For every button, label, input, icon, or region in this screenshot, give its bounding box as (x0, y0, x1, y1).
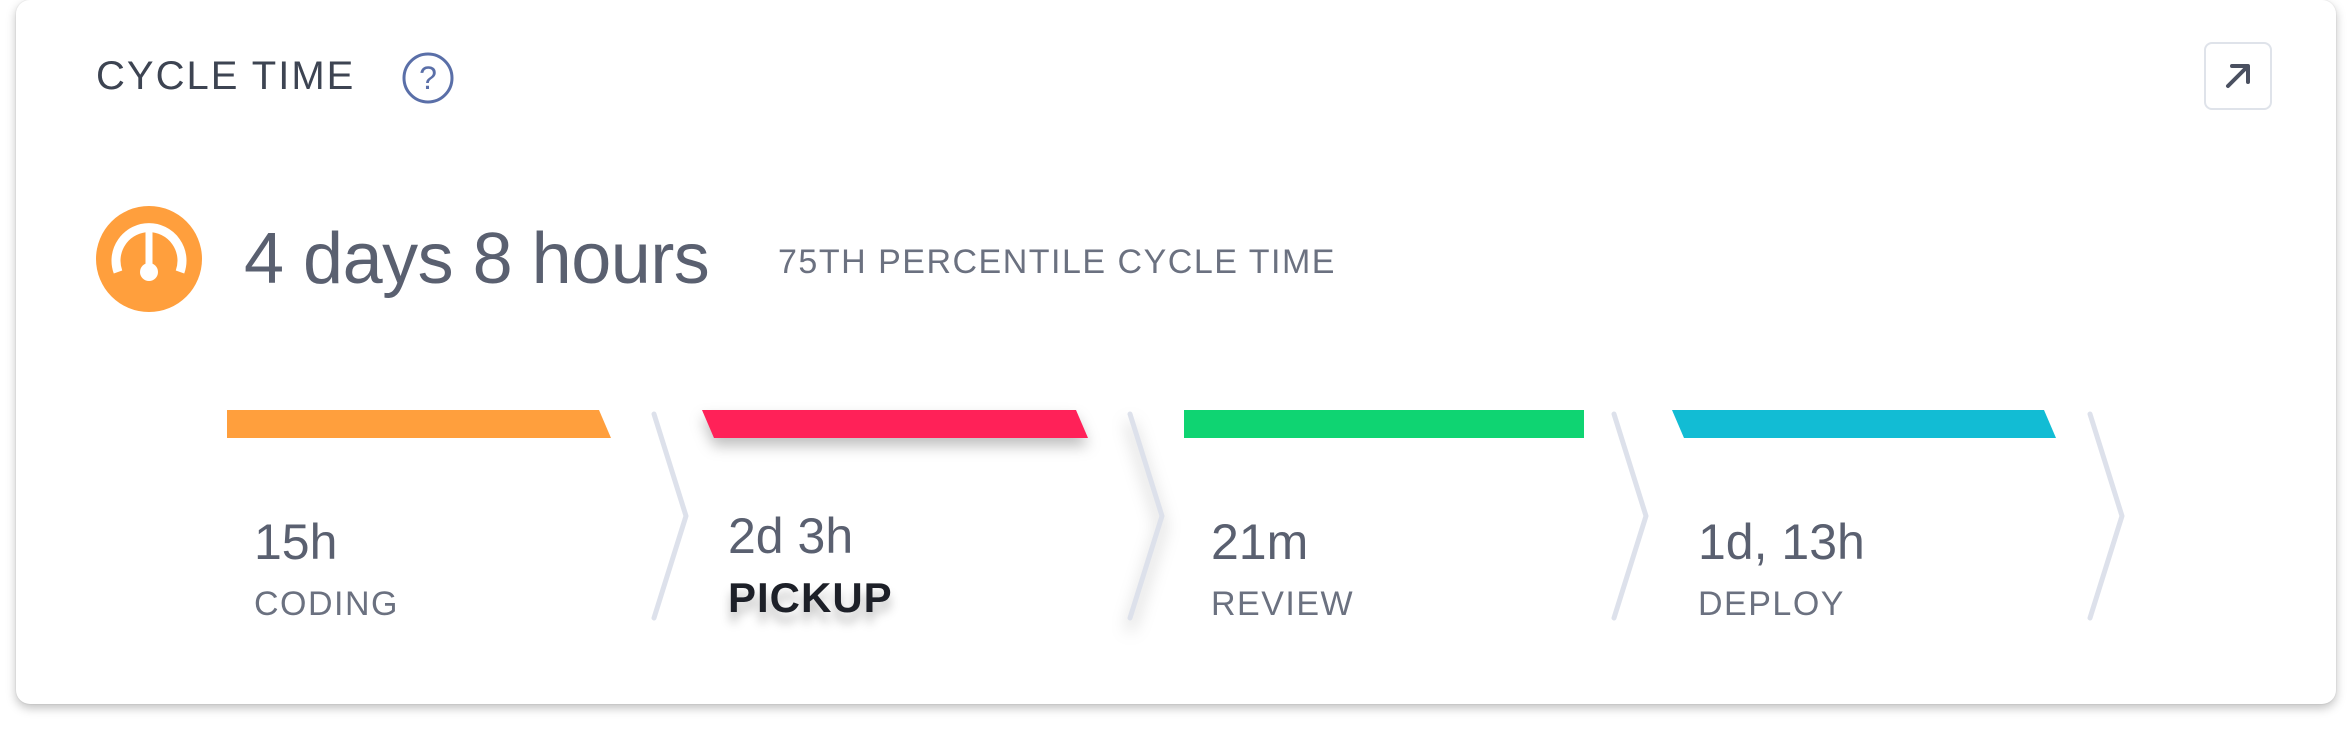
stage-value-review: 21m (1211, 514, 1309, 570)
arrow-up-right-icon (2226, 64, 2250, 88)
svg-text:?: ? (419, 60, 437, 96)
gauge-icon (96, 206, 202, 312)
stage-bar-deploy (1672, 410, 2056, 438)
stage-label-pickup: PICKUP (728, 574, 893, 621)
stage-bar-coding (227, 410, 611, 438)
chevron-right-icon (1611, 411, 1649, 621)
stage-bar-pickup (702, 410, 1088, 438)
expand-button[interactable] (2204, 42, 2272, 110)
stage-label-review: REVIEW (1211, 585, 1355, 623)
stage-value-pickup: 2d 3h (728, 508, 854, 564)
stage-label-deploy: DEPLOY (1698, 585, 1845, 623)
chevron-right-icon (2087, 411, 2125, 621)
stage-value-coding: 15h (254, 514, 338, 570)
stage-label-coding: CODING (254, 585, 399, 623)
cycle-time-card: CYCLE TIME ? 4 days 8 hours 75TH PERCENT… (16, 0, 2336, 704)
chevron-right-icon (1127, 411, 1165, 621)
card-title: CYCLE TIME (96, 54, 356, 98)
stage-value-deploy: 1d, 13h (1698, 514, 1865, 570)
stage-bar-review (1184, 410, 1584, 438)
cycle-time-value: 4 days 8 hours (244, 219, 710, 299)
chevron-right-icon (651, 411, 689, 621)
question-circle-icon[interactable]: ? (402, 52, 454, 104)
cycle-time-label: 75TH PERCENTILE CYCLE TIME (778, 243, 1336, 281)
